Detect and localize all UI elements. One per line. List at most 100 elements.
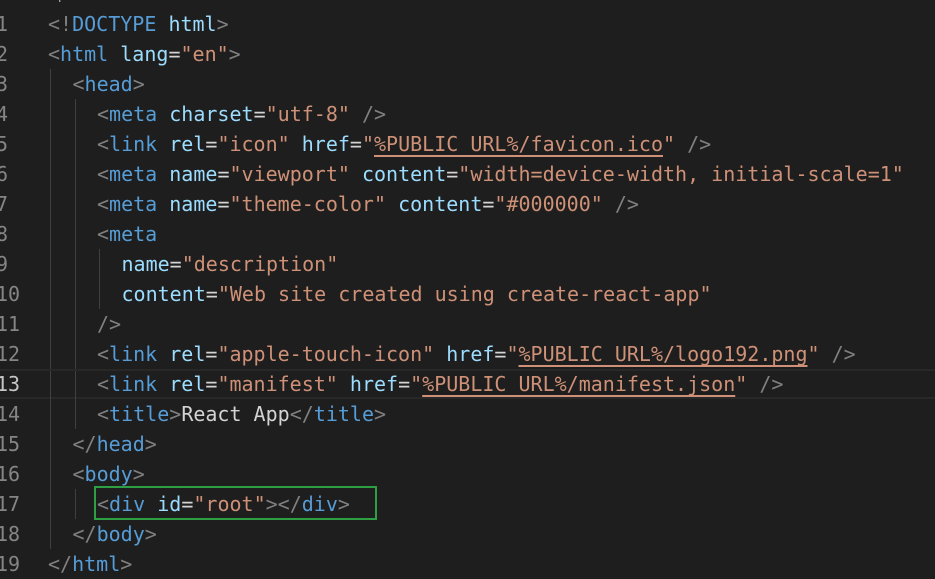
code-text[interactable]: </head> [73,429,157,459]
code-line[interactable]: 16 <body> [0,459,935,489]
token-tag: head [96,432,145,456]
token-str: "width=device-width, initial-scale=1" [458,162,904,186]
code-line[interactable]: 15 </head> [0,429,935,459]
code-line[interactable]: 2 <html lang="en"> [0,39,935,69]
token-punct: > [374,402,387,426]
token-attr: html [168,12,217,36]
token-tag: link [109,372,158,396]
token-punct: /> [831,342,856,366]
code-line[interactable]: 19 </html> [0,549,935,579]
code-text[interactable]: <meta [97,219,157,249]
breadcrumb: t-demo › public › index.html › html › head [0,0,266,4]
token-punct: </ [48,552,73,576]
code-text[interactable]: <body> [73,459,145,489]
code-text[interactable]: <link rel="manifest" href="%PUBLIC_URL%/… [97,371,783,397]
indent-guide [50,429,51,459]
token-punct: </ [72,432,97,456]
token-eq: = [217,192,230,216]
code-text[interactable]: <html lang="en"> [48,39,241,69]
line-number: 2 [0,42,9,66]
breadcrumb-item[interactable]: public › [58,0,103,2]
line-number: 8 [0,222,9,246]
line-number: 7 [0,192,9,216]
code-line[interactable]: 4 <meta charset="utf-8" /> [0,99,935,129]
code-text[interactable]: content="Web site created using create-r… [122,279,712,309]
code-text[interactable]: name="description" [122,249,339,279]
code-line[interactable]: 1 <!DOCTYPE html> [0,9,935,39]
code-line[interactable]: 14 <title>React App</title> [0,399,935,429]
token-punct: /> [361,102,387,126]
token-attr: name [121,252,170,276]
code-text[interactable]: <link rel="apple-touch-icon" href="%PUBL… [97,339,856,369]
indent-guide [50,69,51,99]
indent-guide [50,371,51,401]
indent-guide [74,399,76,429]
token-attr: content [121,282,206,306]
token-attr: content [361,162,447,186]
code-line[interactable]: 11 /> [0,309,935,339]
token-link[interactable]: %PUBLIC_URL%/favicon.ico [374,132,663,156]
token-punct: < [97,342,110,366]
indent-guide [74,189,76,219]
code-line[interactable]: 6 <meta name="viewport" content="width=de… [0,159,935,189]
breadcrumb-item[interactable]: html › [188,0,223,2]
token-punct: /> [97,312,122,336]
code-line[interactable]: 5 <link rel="icon" href="%PUBLIC_URL%/fav… [0,129,935,159]
token-eq: = [482,192,495,216]
code-text[interactable]: <meta name="theme-color" content="#00000… [97,189,639,219]
breadcrumb-item[interactable]: t-demo › [0,0,52,2]
token-link[interactable]: %PUBLIC_URL%/logo192.png [519,342,808,366]
token-attr: content [398,192,483,216]
token-punct: > [169,402,182,426]
line-number: 11 [0,312,21,336]
token-tag: title [109,402,170,426]
code-line[interactable]: 9 name="description" [0,249,935,279]
code-line[interactable]: 7 <meta name="theme-color" content="#0000… [0,189,935,219]
code-text[interactable]: <!DOCTYPE html> [48,9,229,39]
code-line[interactable]: 3 <head> [0,69,935,99]
code-text[interactable]: <meta name="viewport" content="width=dev… [97,159,904,189]
token-tag: html [72,552,121,576]
indent-guide [50,309,51,339]
code-text[interactable]: </body> [73,519,157,549]
code-text[interactable]: /> [97,309,121,339]
breadcrumb-item[interactable]: head [229,0,260,2]
indent-guide [99,279,100,309]
indent-guide [50,249,51,279]
token-attr: charset [169,102,254,126]
code-text[interactable]: <head> [73,69,145,99]
code-text[interactable]: <title>React App</title> [97,399,386,429]
indent-guide [50,519,51,549]
code-line[interactable]: 13 <link rel="manifest" href="%PUBLIC_URL… [0,369,935,401]
token-str: "utf-8" [265,102,350,126]
code-line[interactable]: 12 <link rel="apple-touch-icon" href="%PU… [0,339,935,369]
code-line[interactable]: 10 content="Web site created using create… [0,279,935,309]
token-eq: = [205,342,218,366]
token-attr: href [301,132,350,156]
token-eq: = [205,282,218,306]
token-punct: < [97,132,110,156]
token-str: "Web site created using create-react-app… [217,282,712,306]
code-text[interactable]: </html> [48,549,132,579]
indent-guide [50,459,51,489]
token-eq: = [205,132,218,156]
breadcrumb-item[interactable]: index.html › [109,0,181,2]
indent-guide [74,339,76,369]
code-line[interactable]: 8 <meta [0,219,935,249]
token-tag: title [313,402,374,426]
token-str: "apple-touch-icon" [217,342,435,366]
indent-guide [74,159,76,189]
code-text[interactable]: <meta charset="utf-8" /> [97,99,386,129]
token-link[interactable]: %PUBLIC_URL%/manifest.json [422,372,735,396]
code-text[interactable]: <link rel="icon" href="%PUBLIC_URL%/favi… [97,129,711,159]
code-line[interactable]: 18 </body> [0,519,935,549]
token-punct: </ [72,522,97,546]
line-number: 1 [0,12,9,36]
token-attr: href [349,372,399,396]
indent-guide [74,249,76,279]
token-punct: < [97,102,110,126]
root-div-highlight [94,486,377,520]
